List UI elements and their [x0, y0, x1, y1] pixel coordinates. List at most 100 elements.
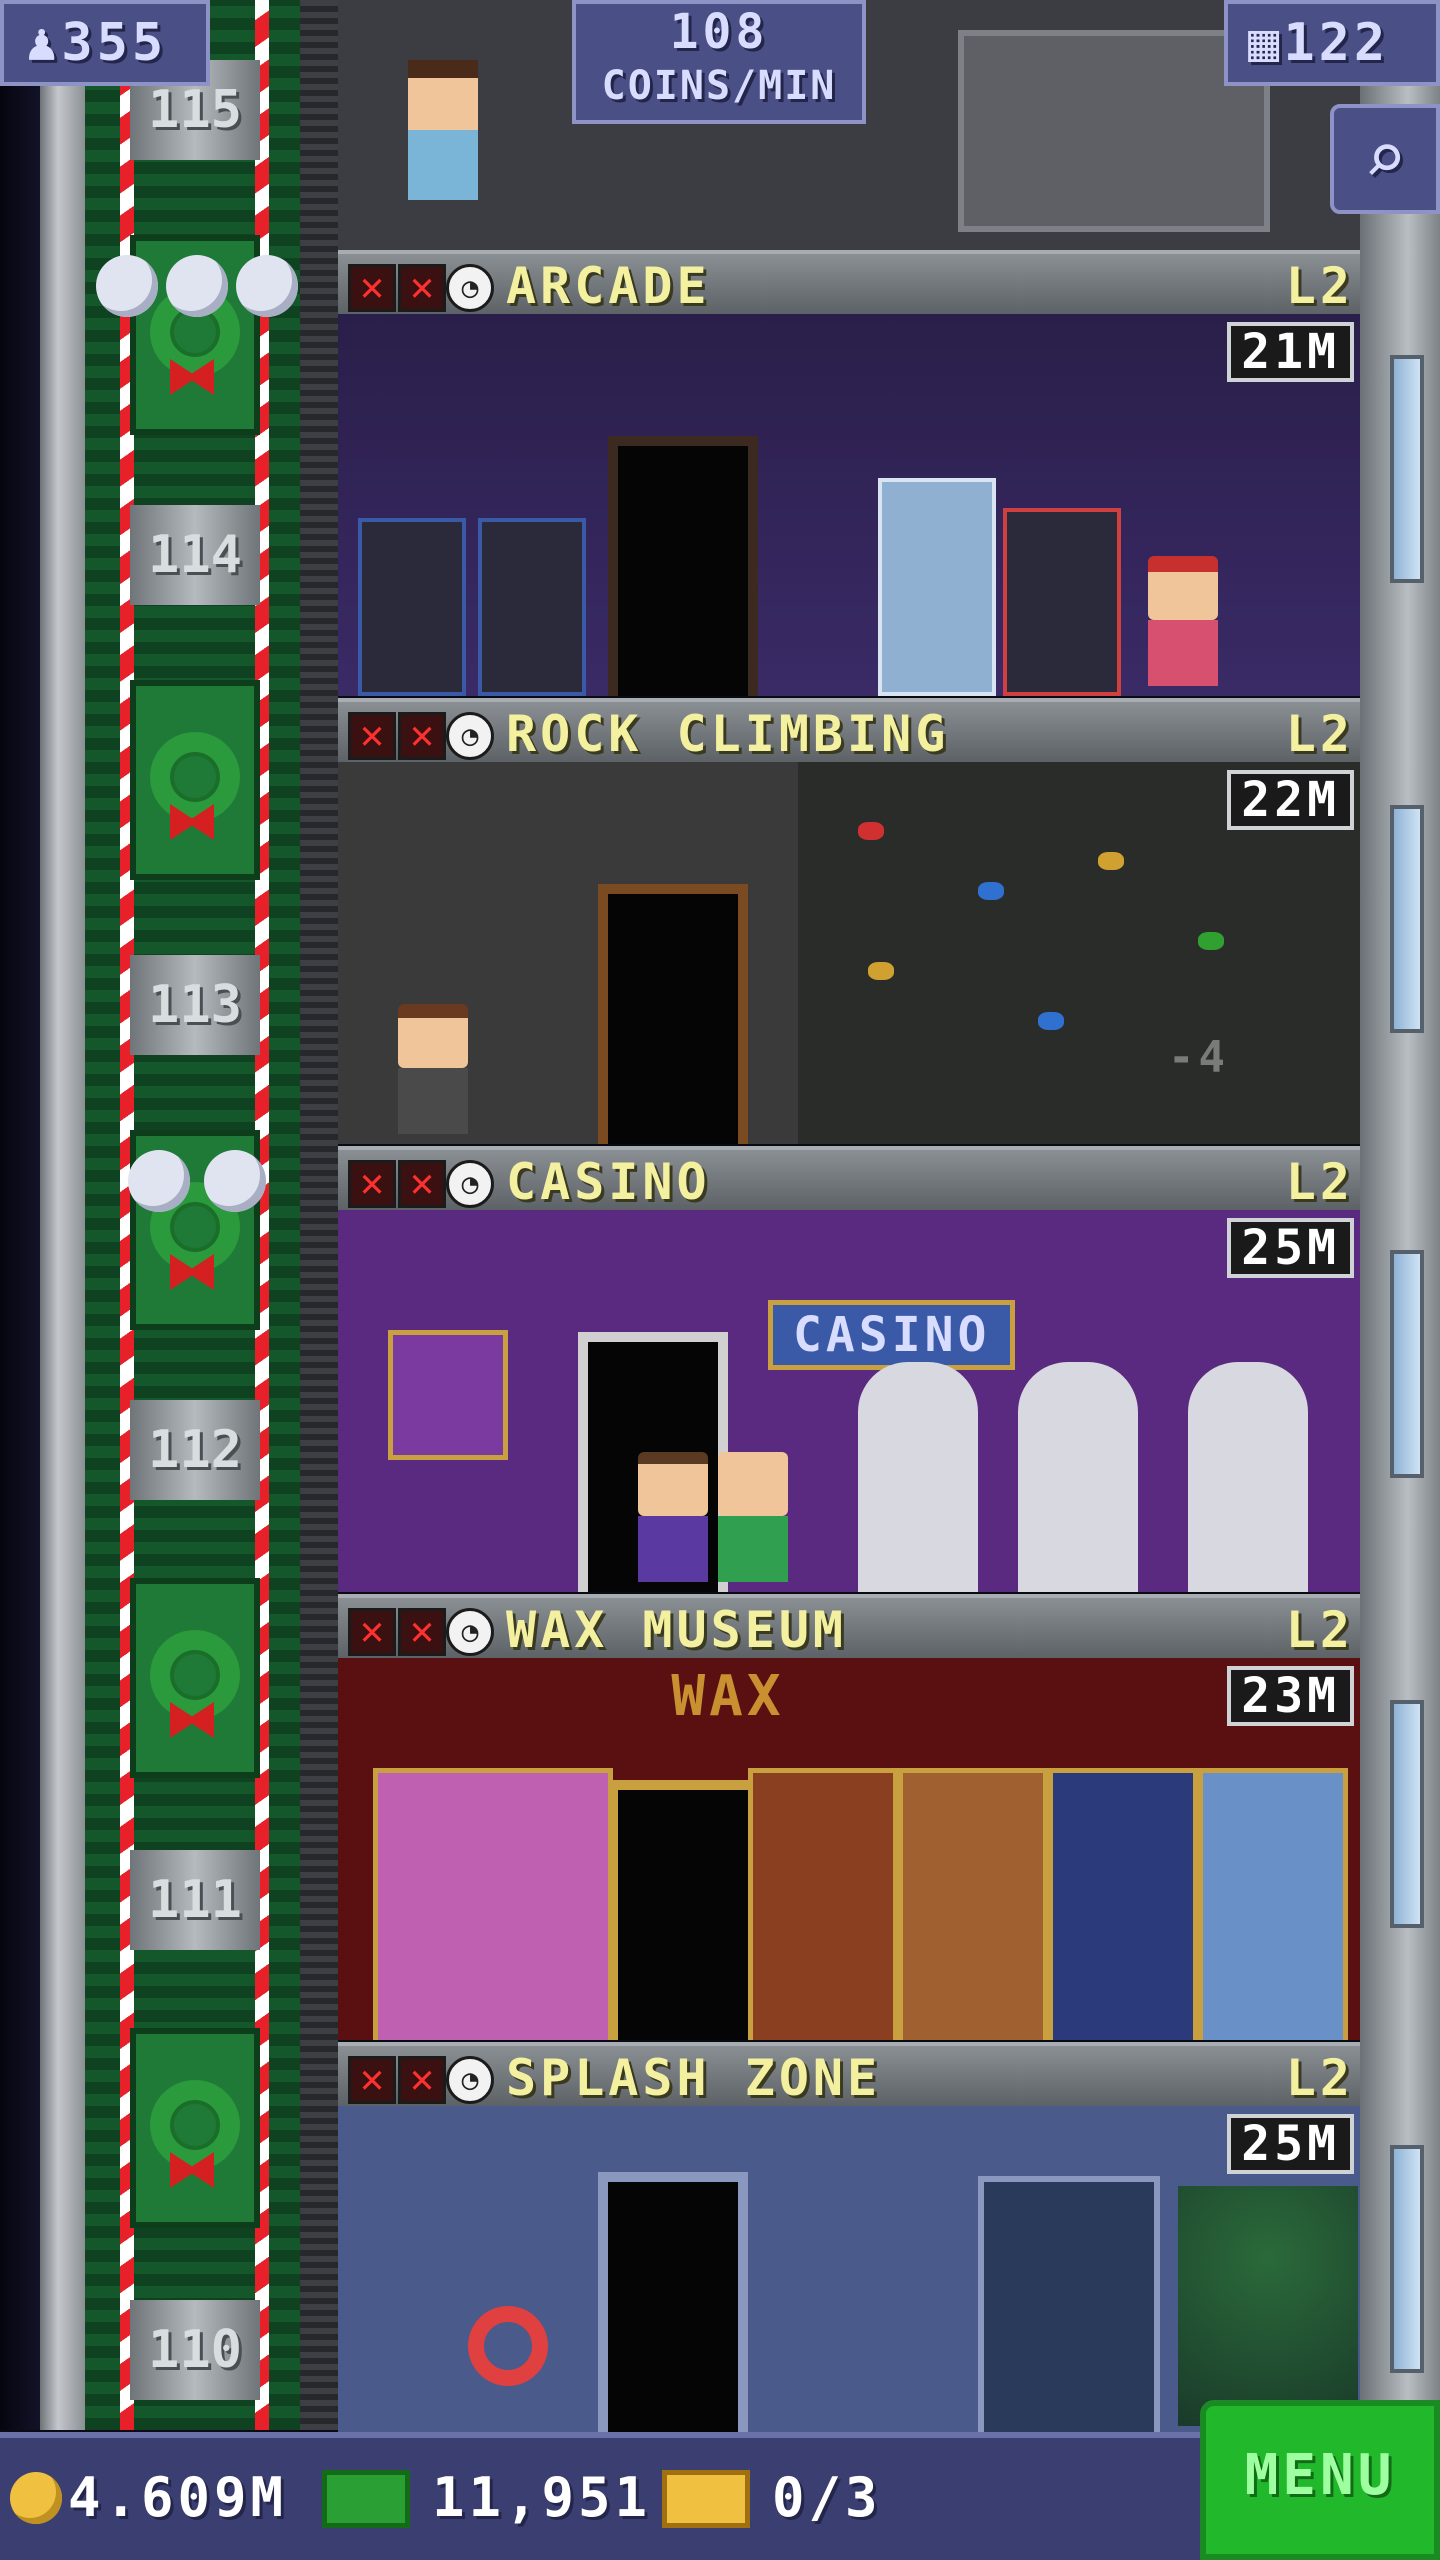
door	[598, 884, 748, 1144]
climbing-hold	[1098, 852, 1124, 870]
elevator-floor-number: 111	[130, 1850, 260, 1950]
floor-name: ROCK CLIMBING	[506, 705, 950, 763]
floor-counter[interactable]: ▦122	[1224, 0, 1440, 86]
floor-splash-zone[interactable]: ✕ ✕ ◔ SPLASH ZONE L2 25M	[338, 2042, 1360, 2432]
window	[1390, 1250, 1424, 1478]
star-icon	[166, 255, 228, 317]
wreath-icon	[150, 2080, 240, 2170]
climbing-hold	[978, 882, 1004, 900]
floating-text: -4	[1168, 1032, 1229, 1083]
window	[1390, 1700, 1424, 1928]
elevator-floor-number: 113	[130, 955, 260, 1055]
wreath-icon	[150, 1630, 240, 1720]
coins-rate-value: 108	[669, 4, 769, 60]
floor-name: ARCADE	[506, 257, 711, 315]
exhibit-booth	[1198, 1768, 1348, 2040]
climbing-hold	[1038, 1012, 1064, 1030]
star-icon	[96, 255, 158, 317]
floor-level: L2	[1285, 257, 1354, 315]
x-icon: ✕	[348, 712, 396, 760]
splash-room	[338, 2106, 1360, 2432]
x-icon: ✕	[348, 2056, 396, 2104]
casino-sign: CASINO	[768, 1300, 1016, 1370]
floor-name: WAX MUSEUM	[506, 1601, 848, 1659]
x-icon: ✕	[398, 2056, 446, 2104]
floor-level: L2	[1285, 1601, 1354, 1659]
arcade-machine	[478, 518, 586, 696]
climbing-room: -4	[338, 762, 1360, 1144]
x-icon: ✕	[398, 1160, 446, 1208]
floor-header: ✕ ✕ ◔ CASINO L2	[338, 1146, 1360, 1211]
clock-icon: ◔	[446, 264, 494, 312]
clock-icon: ◔	[446, 1608, 494, 1656]
door	[598, 2172, 748, 2432]
building-icon: ▦	[1248, 13, 1284, 73]
floor-header: ✕ ✕ ◔ WAX MUSEUM L2	[338, 1594, 1360, 1659]
floor-rock-climbing[interactable]: ✕ ✕ ◔ ROCK CLIMBING L2 22M -4	[338, 698, 1360, 1144]
exhibit-booth	[898, 1768, 1048, 2040]
climbing-hold	[868, 962, 894, 980]
window	[1390, 355, 1424, 583]
door	[608, 436, 758, 696]
zoom-button[interactable]: ⌕	[1330, 104, 1440, 214]
window	[1390, 805, 1424, 1033]
menu-button[interactable]: MENU	[1200, 2400, 1440, 2560]
arcade-machine	[358, 518, 466, 696]
life-ring	[468, 2306, 548, 2386]
floor-header: ✕ ✕ ◔ ROCK CLIMBING L2	[338, 698, 1360, 763]
climbing-hold	[858, 822, 884, 840]
stock-timer-badge: 21M	[1227, 322, 1354, 382]
floor-casino[interactable]: ✕ ✕ ◔ CASINO L2 25M CASINO	[338, 1146, 1360, 1592]
palm-tree	[1178, 2186, 1358, 2426]
x-icon: ✕	[398, 1608, 446, 1656]
slot-machine	[1188, 1362, 1308, 1592]
slot-machine	[858, 1362, 978, 1592]
clock-icon: ◔	[446, 712, 494, 760]
stock-timer-badge: 22M	[1227, 770, 1354, 830]
arcade-machine	[1003, 508, 1121, 696]
stock-timer-badge: 23M	[1227, 1666, 1354, 1726]
floor-level: L2	[1285, 1153, 1354, 1211]
elevator-track	[300, 0, 338, 2430]
casino-room: CASINO	[338, 1210, 1360, 1592]
elevator-floor-number: 114	[130, 505, 260, 605]
tenant-sprite	[638, 1452, 708, 1582]
x-icon: ✕	[348, 1608, 396, 1656]
magnifier-icon: ⌕	[1363, 116, 1407, 200]
population-counter[interactable]: ♟355	[0, 0, 210, 86]
tenant-sprite	[1148, 556, 1218, 686]
building-left-wall	[40, 0, 85, 2430]
elevator-car[interactable]	[130, 1578, 260, 1778]
floor-wax-museum[interactable]: ✕ ✕ ◔ WAX MUSEUM L2 23M WAX	[338, 1594, 1360, 2040]
x-icon: ✕	[398, 712, 446, 760]
ticket-icon	[662, 2470, 750, 2528]
stock-timer-badge: 25M	[1227, 1218, 1354, 1278]
clock-icon: ◔	[446, 2056, 494, 2104]
floor-header: ✕ ✕ ◔ SPLASH ZONE L2	[338, 2042, 1360, 2107]
door	[608, 1780, 758, 2040]
coins-balance[interactable]: 4.609M	[68, 2458, 287, 2538]
exhibit-booth	[1048, 1768, 1198, 2040]
floor-name: SPLASH ZONE	[506, 2049, 882, 2107]
stock-timer-badge: 25M	[1227, 2114, 1354, 2174]
floor-arcade[interactable]: ✕ ✕ ◔ ARCADE L2 21M	[338, 250, 1360, 696]
claw-machine	[878, 478, 996, 696]
elevator-car[interactable]	[130, 2028, 260, 2228]
star-icon	[236, 255, 298, 317]
ticket-count[interactable]: 0/3	[772, 2458, 882, 2538]
clock-icon: ◔	[446, 1160, 494, 1208]
tenant-sprite	[408, 60, 478, 210]
tenant-sprite	[718, 1452, 788, 1582]
window	[1390, 2145, 1424, 2373]
x-icon: ✕	[348, 1160, 396, 1208]
bux-balance[interactable]: 11,951	[432, 2458, 651, 2538]
elevator-car[interactable]	[130, 680, 260, 880]
star-icon	[204, 1150, 266, 1212]
wax-room: WAX	[338, 1658, 1360, 2040]
floor-header: ✕ ✕ ◔ ARCADE L2	[338, 250, 1360, 315]
person-icon: ♟	[26, 13, 62, 73]
coin-icon	[10, 2472, 62, 2524]
floor-name: CASINO	[506, 1153, 711, 1211]
star-icon	[128, 1150, 190, 1212]
slot-machine	[1018, 1362, 1138, 1592]
